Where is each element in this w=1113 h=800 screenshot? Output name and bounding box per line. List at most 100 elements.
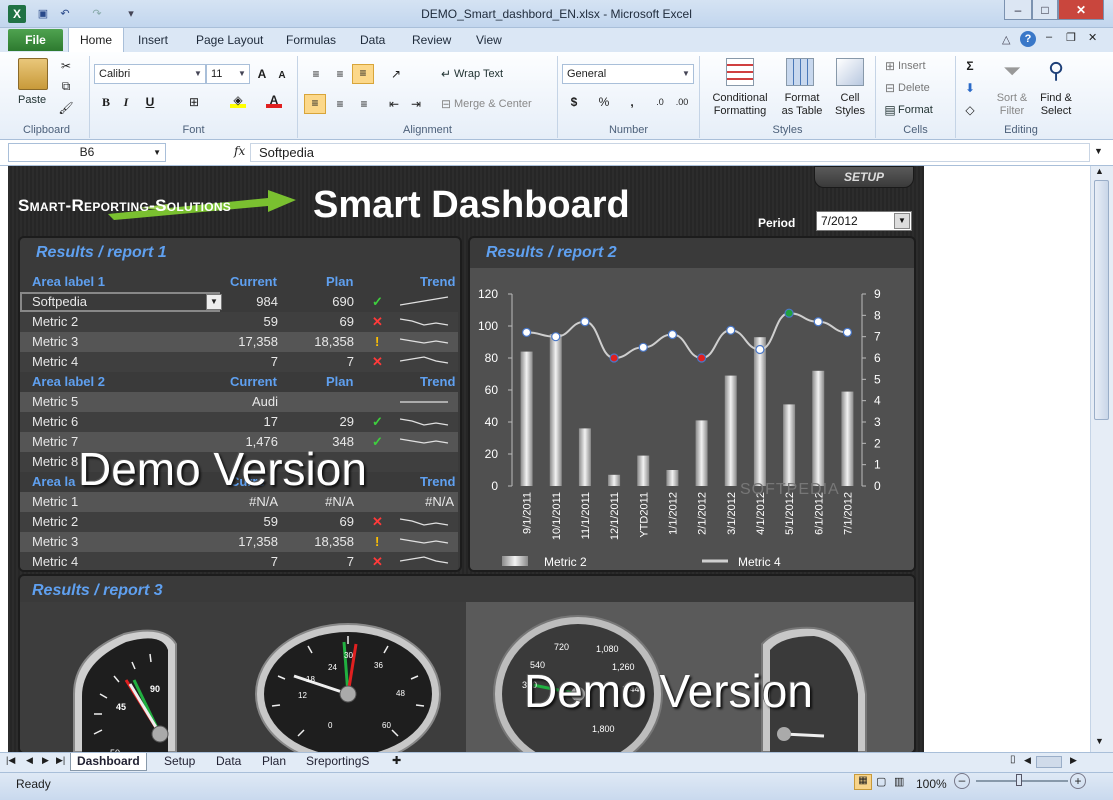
font-size-combo[interactable]: 11 ▼ <box>206 64 250 84</box>
sheet-nav-first-icon[interactable]: |◀ <box>6 755 15 766</box>
align-top-icon[interactable]: ≡ <box>308 66 324 82</box>
increase-indent-icon[interactable]: ⇥ <box>408 96 424 112</box>
copy-icon[interactable]: ⧉ <box>58 78 74 94</box>
sheet-tab-plan[interactable]: Plan <box>256 753 292 771</box>
tab-formulas[interactable]: Formulas <box>280 28 342 52</box>
undo-icon[interactable]: ↶ <box>56 5 74 22</box>
expand-formula-icon[interactable]: ▼ <box>1094 146 1103 156</box>
cut-icon[interactable]: ✂ <box>58 58 74 74</box>
sheet-tab-setup[interactable]: Setup <box>158 753 201 771</box>
sheet-nav-next-icon[interactable]: ▶ <box>42 755 49 766</box>
sheet-tab-sreportings[interactable]: SreportingS <box>300 753 375 771</box>
zoom-slider-thumb[interactable] <box>1016 774 1022 786</box>
scroll-down-icon[interactable]: ▼ <box>1095 736 1104 746</box>
sheet-tab-data[interactable]: Data <box>210 753 247 771</box>
format-as-table-label[interactable]: Format as Table <box>776 92 828 118</box>
underline-button[interactable]: U <box>142 94 158 110</box>
italic-button[interactable]: I <box>118 94 134 110</box>
increase-decimal-icon[interactable]: .0 <box>652 94 668 110</box>
zoom-out-icon[interactable]: – <box>954 773 970 789</box>
close-button[interactable]: ✕ <box>1058 0 1104 20</box>
wrap-text-button[interactable]: ↵ Wrap Text <box>438 66 503 82</box>
currency-button[interactable]: $ <box>566 94 582 110</box>
redo-icon[interactable]: ↷ <box>88 5 106 22</box>
tab-insert[interactable]: Insert <box>132 28 174 52</box>
center-icon[interactable]: ≡ <box>332 96 348 112</box>
fill-color-icon[interactable]: ◈ <box>230 92 246 108</box>
hscroll-right-icon[interactable]: ▶ <box>1070 755 1077 766</box>
zoom-level[interactable]: 100% <box>916 777 947 791</box>
scroll-thumb[interactable] <box>1094 180 1109 420</box>
paste-icon[interactable] <box>18 58 48 90</box>
find-select-label[interactable]: Find & Select <box>1034 92 1078 118</box>
align-right-icon[interactable]: ≡ <box>356 96 372 112</box>
vertical-scrollbar[interactable]: ▲ ▼ <box>1090 166 1113 752</box>
orientation-icon[interactable]: ↗ <box>388 66 404 82</box>
align-left-icon[interactable]: ≡ <box>304 94 326 114</box>
sheet-nav-prev-icon[interactable]: ◀ <box>26 755 33 766</box>
customize-qat-icon[interactable]: ▾ <box>122 5 140 22</box>
scroll-up-icon[interactable]: ▲ <box>1095 166 1104 176</box>
format-cells-button[interactable]: ▤ Format <box>882 102 933 118</box>
delete-cells-button[interactable]: ⊟ Delete <box>882 80 930 96</box>
workbook-minimize-icon[interactable]: – <box>1046 31 1052 43</box>
selected-cell-dropdown[interactable] <box>20 292 220 312</box>
format-painter-icon[interactable]: 🖌 <box>58 100 74 116</box>
workbook-close-icon[interactable]: ✕ <box>1088 31 1097 44</box>
zoom-in-icon[interactable]: + <box>1070 773 1086 789</box>
insert-function-button[interactable]: fx <box>170 143 248 162</box>
align-bottom-icon[interactable]: ≡ <box>352 64 374 84</box>
cell-styles-icon[interactable] <box>836 58 864 86</box>
format-as-table-icon[interactable] <box>786 58 814 86</box>
conditional-formatting-label[interactable]: Conditional Formatting <box>702 92 778 118</box>
page-break-view-icon[interactable]: ▥ <box>894 775 904 788</box>
bold-button[interactable]: B <box>98 94 114 110</box>
chevron-down-icon[interactable]: ▼ <box>206 294 222 310</box>
number-format-combo[interactable]: General ▼ <box>562 64 694 84</box>
setup-button[interactable]: SETUP <box>814 166 914 188</box>
merge-center-button[interactable]: ⊟ Merge & Center <box>438 96 532 112</box>
autosum-icon[interactable]: Σ <box>962 58 978 74</box>
save-icon[interactable]: ▣ <box>34 5 52 22</box>
comma-button[interactable]: , <box>624 94 640 110</box>
tab-page-layout[interactable]: Page Layout <box>190 28 269 52</box>
hscroll-left-icon[interactable]: ◀ <box>1024 755 1031 766</box>
paste-button[interactable]: Paste <box>18 94 46 106</box>
help-icon[interactable]: ? <box>1020 31 1036 47</box>
tab-home[interactable]: Home <box>68 27 124 53</box>
insert-sheet-icon[interactable]: ✚ <box>392 754 401 767</box>
normal-view-icon[interactable]: ▦ <box>854 774 872 790</box>
formula-input[interactable]: Softpedia <box>250 143 1090 162</box>
ribbon-minimize-icon[interactable]: △ <box>1002 33 1010 46</box>
decrease-decimal-icon[interactable]: .00 <box>674 94 690 110</box>
hscroll-thumb[interactable] <box>1036 756 1062 768</box>
page-layout-view-icon[interactable]: ▢ <box>876 775 886 788</box>
font-name-combo[interactable]: Calibri ▼ <box>94 64 206 84</box>
report1-row[interactable]: Softpedia ▼ 984 690 ✓ <box>20 292 458 312</box>
chevron-down-icon[interactable]: ▼ <box>894 213 910 229</box>
shrink-font-icon[interactable]: A <box>274 68 290 84</box>
decrease-indent-icon[interactable]: ⇤ <box>386 96 402 112</box>
tab-file[interactable]: File <box>8 29 63 51</box>
borders-icon[interactable]: ⊞ <box>186 94 202 110</box>
fill-icon[interactable]: ⬇ <box>962 80 978 96</box>
clear-icon[interactable]: ◇ <box>962 102 978 118</box>
percent-button[interactable]: % <box>596 94 612 110</box>
grow-font-icon[interactable]: A <box>254 66 270 82</box>
sheet-tab-dashboard[interactable]: Dashboard <box>70 753 147 771</box>
maximize-button[interactable]: □ <box>1032 0 1058 20</box>
find-select-icon[interactable]: ⚲ <box>1042 58 1070 86</box>
sort-filter-icon[interactable]: ⏷ <box>998 58 1026 86</box>
tab-review[interactable]: Review <box>406 28 457 52</box>
tab-view[interactable]: View <box>470 28 508 52</box>
minimize-button[interactable]: – <box>1004 0 1032 20</box>
zoom-slider[interactable] <box>976 780 1068 782</box>
insert-cells-button[interactable]: ⊞ Insert <box>882 58 926 74</box>
period-select[interactable]: 7/2012 ▼ <box>816 211 912 231</box>
workbook-restore-icon[interactable]: ❐ <box>1066 31 1076 44</box>
hscroll-split-icon[interactable]: ▯ <box>1010 754 1016 765</box>
tab-data[interactable]: Data <box>354 28 391 52</box>
font-color-icon[interactable]: A <box>266 92 282 108</box>
sort-filter-label[interactable]: Sort & Filter <box>992 92 1032 118</box>
align-middle-icon[interactable]: ≡ <box>332 66 348 82</box>
